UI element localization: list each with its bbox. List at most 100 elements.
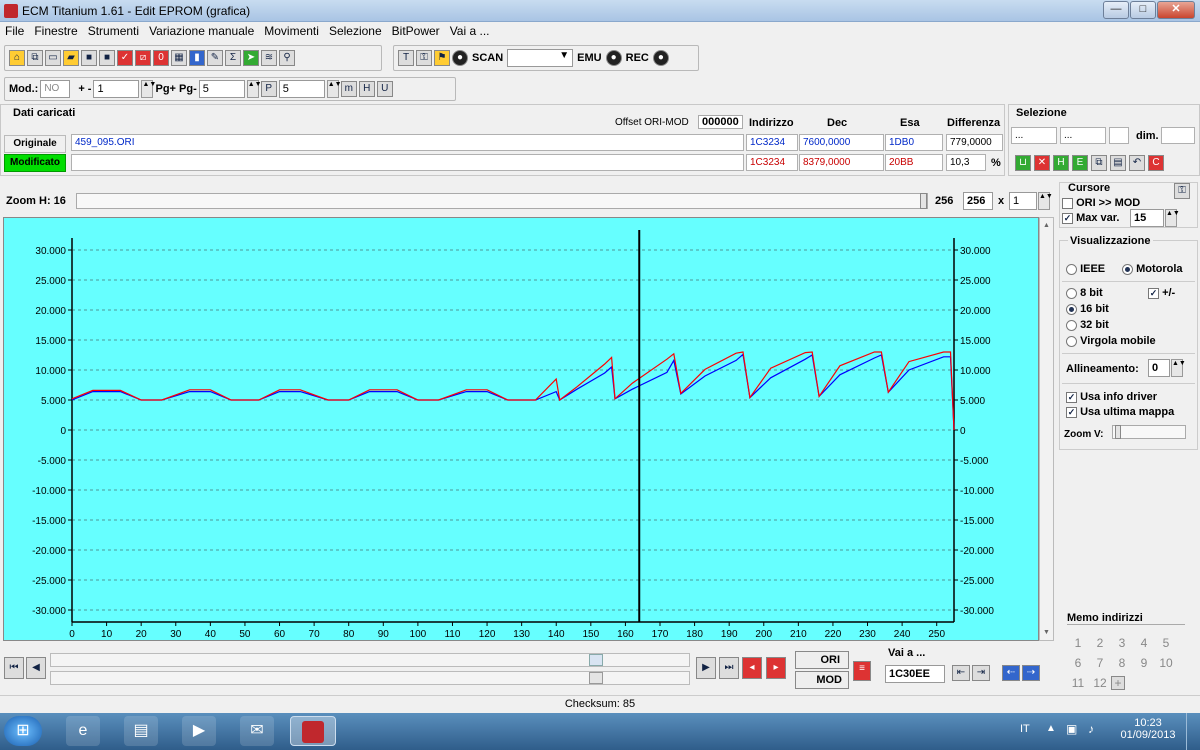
max-var-spinner[interactable]: ▲▼ [1165, 209, 1180, 227]
prev-diff-icon[interactable]: ◂ [742, 657, 762, 679]
ie-icon[interactable]: e [66, 716, 100, 746]
paste-sel-icon[interactable]: ▤ [1110, 155, 1126, 171]
bit32-radio[interactable] [1066, 319, 1077, 331]
menu-windows[interactable]: Finestre [29, 22, 82, 40]
menu-goto[interactable]: Vai a ... [445, 22, 495, 40]
refresh-icon[interactable]: C [1148, 155, 1164, 171]
p-field[interactable]: 5 [278, 80, 325, 98]
graph-area[interactable]: 30.000 30.000 25.000 25.000 20.000 20.000 15.0… [3, 217, 1039, 641]
memo-slot[interactable]: 1 [1067, 634, 1089, 653]
menu-movements[interactable]: Movimenti [259, 22, 324, 40]
lock-icon[interactable]: ⚿ [416, 50, 432, 66]
explorer-icon[interactable]: ▤ [124, 716, 158, 746]
edit-icon[interactable]: ✎ [207, 50, 223, 66]
zoom-mult-spinner[interactable]: ▲▼ [1038, 192, 1053, 210]
zoom-value-field[interactable]: 256 [963, 192, 993, 210]
graph-vscrollbar[interactable]: ▲ ▼ [1039, 217, 1054, 641]
select-h-icon[interactable]: H [1053, 155, 1069, 171]
zoom-h-thumb[interactable] [920, 193, 927, 209]
show-desktop-button[interactable] [1186, 713, 1200, 750]
memo-slot[interactable]: 2 [1089, 634, 1111, 653]
tray-expand-icon[interactable]: ▲ [1046, 723, 1056, 734]
signed-checkbox[interactable]: ✓ [1148, 287, 1159, 299]
ieee-radio[interactable] [1066, 263, 1077, 275]
menu-manual-variation[interactable]: Variazione manuale [144, 22, 259, 40]
scroll-thumb-2[interactable] [589, 672, 603, 684]
scroll-down-icon[interactable]: ▼ [1043, 629, 1050, 636]
selection-start-field[interactable]: ... [1011, 127, 1057, 144]
select-x-icon[interactable]: ✕ [1034, 155, 1050, 171]
mail-icon[interactable]: ✉ [240, 716, 274, 746]
graph-icon[interactable]: ≋ [261, 50, 277, 66]
bit16-radio[interactable] [1066, 303, 1077, 315]
plusminus-spinner[interactable]: ▲▼ [141, 80, 156, 98]
record-icon[interactable]: ● [452, 50, 468, 66]
close-button[interactable]: ✕ [1157, 1, 1195, 19]
block2-icon[interactable]: ■ [99, 50, 115, 66]
memo-slot[interactable]: 8 [1111, 654, 1133, 673]
zoom-h-slider[interactable] [76, 193, 928, 209]
selection-extra-field[interactable] [1109, 127, 1129, 144]
zoom-v-thumb[interactable] [1115, 425, 1121, 439]
zoom-v-slider[interactable] [1112, 425, 1186, 439]
scan-button[interactable]: SCAN [470, 52, 505, 64]
arrow-icon[interactable]: ➤ [243, 50, 259, 66]
m-icon[interactable]: m [340, 81, 357, 97]
selection-end-field[interactable]: ... [1060, 127, 1106, 144]
mod-button[interactable]: MOD [795, 671, 849, 689]
h-icon[interactable]: H [358, 81, 375, 97]
home-icon[interactable]: ⌂ [9, 50, 25, 66]
scan-select[interactable]: ▼ [507, 49, 574, 67]
minimize-button[interactable]: — [1103, 1, 1129, 19]
align-spinner[interactable]: ▲▼ [1171, 359, 1186, 377]
page-icon[interactable]: ▭ [45, 50, 61, 66]
float-radio[interactable] [1066, 335, 1077, 347]
memo-slot[interactable]: 6 [1067, 654, 1089, 673]
u-icon[interactable]: U [376, 81, 393, 97]
next-icon[interactable]: ▶ [696, 657, 716, 679]
check-icon[interactable]: ✓ [117, 50, 133, 66]
next-diff-icon[interactable]: ▸ [766, 657, 786, 679]
use-driver-checkbox[interactable]: ✓ [1066, 391, 1077, 403]
ecm-titanium-task[interactable] [290, 716, 336, 746]
memo-slot[interactable]: 3 [1111, 634, 1133, 653]
menu-tools[interactable]: Strumenti [83, 22, 144, 40]
zoom-mult-field[interactable]: 1 [1009, 192, 1037, 210]
terminal-icon[interactable]: T [398, 50, 414, 66]
scroll-thumb-1[interactable] [589, 654, 603, 666]
emu-button[interactable]: EMU [575, 52, 603, 64]
maximize-button[interactable]: □ [1130, 1, 1156, 19]
language-indicator[interactable]: IT [1020, 723, 1030, 735]
menu-selection[interactable]: Selezione [324, 22, 387, 40]
memo-slot[interactable]: 10 [1155, 654, 1177, 673]
first-icon[interactable]: ⏮ [4, 657, 24, 679]
use-last-map-checkbox[interactable]: ✓ [1066, 406, 1077, 418]
memo-left-icon[interactable]: ⇠ [1002, 665, 1020, 681]
rec-button[interactable]: REC [624, 52, 651, 64]
prev-icon[interactable]: ◀ [26, 657, 46, 679]
p-spinner[interactable]: ▲▼ [326, 80, 342, 98]
p-icon[interactable]: P [260, 81, 277, 97]
select-start-icon[interactable]: ⊔ [1015, 155, 1031, 171]
copy-icon[interactable]: ⧉ [27, 50, 43, 66]
memo-slot[interactable]: 4 [1133, 634, 1155, 653]
motorola-radio[interactable] [1122, 263, 1133, 275]
compare-icon[interactable]: ⧄ [135, 50, 151, 66]
chip-icon[interactable]: ▮ [189, 50, 205, 66]
plusminus-field[interactable]: 1 [93, 80, 140, 98]
media-player-icon[interactable]: ▶ [182, 716, 216, 746]
runner-icon[interactable]: ⚑ [434, 50, 450, 66]
goto-right-icon[interactable]: ⇥ [972, 665, 990, 681]
select-end-icon[interactable]: E [1072, 155, 1088, 171]
ori-button[interactable]: ORI [795, 651, 849, 669]
align-field[interactable]: 0 [1148, 359, 1170, 377]
network-icon[interactable]: ▣ [1066, 722, 1077, 736]
memo-slot[interactable]: 11 [1067, 674, 1089, 693]
mod-field[interactable]: NO [40, 80, 71, 98]
memo-add-icon[interactable]: + [1111, 676, 1125, 690]
page-spinner[interactable]: ▲▼ [246, 80, 262, 98]
ori-mod-checkbox[interactable] [1062, 197, 1073, 209]
copy-sel-icon[interactable]: ⧉ [1091, 155, 1107, 171]
menu-file[interactable]: File [0, 22, 29, 40]
folder-open-icon[interactable]: ▰ [63, 50, 79, 66]
